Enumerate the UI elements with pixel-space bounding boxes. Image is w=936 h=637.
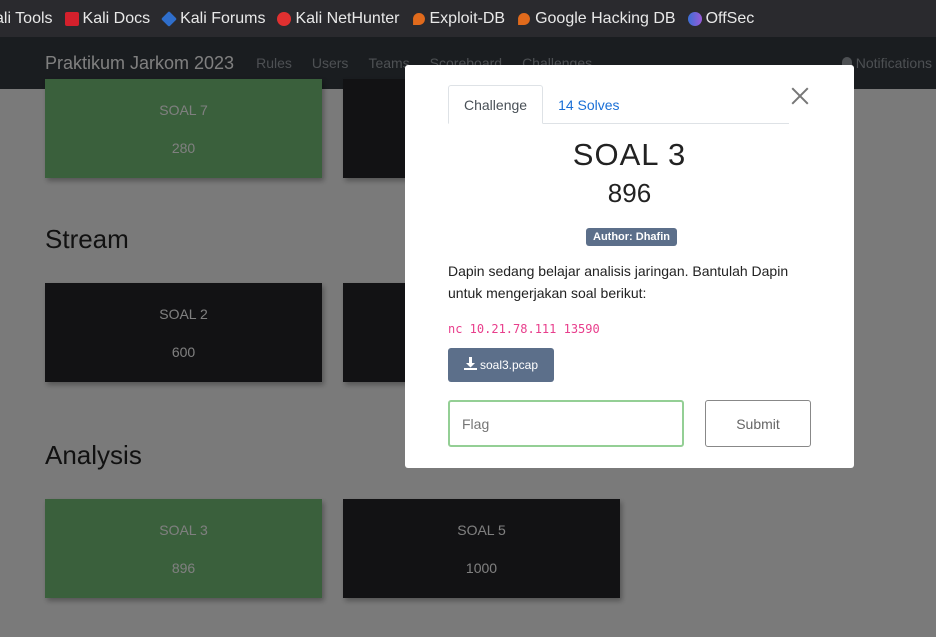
bookmark-kali-docs[interactable]: Kali Docs bbox=[64, 9, 151, 28]
bookmark-kali-forums[interactable]: Kali Forums bbox=[161, 9, 266, 28]
connection-command: nc 10.21.78.111 13590 bbox=[448, 322, 600, 336]
challenge-title: SOAL 3 bbox=[572, 137, 687, 172]
bookmark-label: OffSec bbox=[705, 9, 755, 27]
file-name: soal3.pcap bbox=[479, 358, 539, 372]
ghdb-icon bbox=[518, 12, 531, 25]
download-icon bbox=[463, 357, 477, 373]
challenge-description: Dapin sedang belajar analisis jaringan. … bbox=[448, 263, 789, 301]
exploit-db-icon bbox=[412, 12, 425, 25]
download-file-button[interactable]: soal3.pcap bbox=[448, 348, 554, 382]
tab-challenge[interactable]: Challenge bbox=[448, 85, 544, 124]
bookmark-kali-nethunter[interactable]: Kali NetHunter bbox=[277, 9, 400, 28]
modal-tabs: Challenge 14 Solves bbox=[448, 85, 789, 124]
bookmark-ghdb[interactable]: Google Hacking DB bbox=[517, 10, 676, 28]
bookmark-label: Exploit-DB bbox=[429, 9, 506, 27]
bookmarks-bar: ali Tools Kali Docs Kali Forums Kali Net… bbox=[0, 0, 936, 37]
close-icon[interactable] bbox=[790, 85, 810, 105]
challenge-modal: Challenge 14 Solves SOAL 3 896 Author: D… bbox=[405, 65, 854, 468]
flag-input[interactable] bbox=[448, 400, 684, 447]
bookmark-kali-tools[interactable]: ali Tools bbox=[0, 10, 53, 28]
bookmark-label: Kali Forums bbox=[180, 9, 266, 27]
bookmark-label: Kali Docs bbox=[82, 9, 151, 27]
kali-forums-icon bbox=[161, 10, 178, 27]
bookmark-exploit-db[interactable]: Exploit-DB bbox=[412, 9, 506, 28]
author-badge: Author: Dhafin bbox=[586, 228, 677, 246]
nethunter-icon bbox=[277, 11, 292, 26]
bookmark-label: ali Tools bbox=[0, 9, 53, 27]
offsec-icon bbox=[687, 11, 702, 26]
kali-docs-icon bbox=[64, 11, 79, 26]
challenge-points: 896 bbox=[607, 178, 652, 208]
tab-solves[interactable]: 14 Solves bbox=[543, 85, 634, 124]
bookmark-label: Google Hacking DB bbox=[535, 9, 676, 27]
bookmark-label: Kali NetHunter bbox=[295, 9, 400, 27]
submit-button[interactable]: Submit bbox=[705, 400, 811, 447]
bookmark-offsec[interactable]: OffSec bbox=[687, 9, 755, 28]
